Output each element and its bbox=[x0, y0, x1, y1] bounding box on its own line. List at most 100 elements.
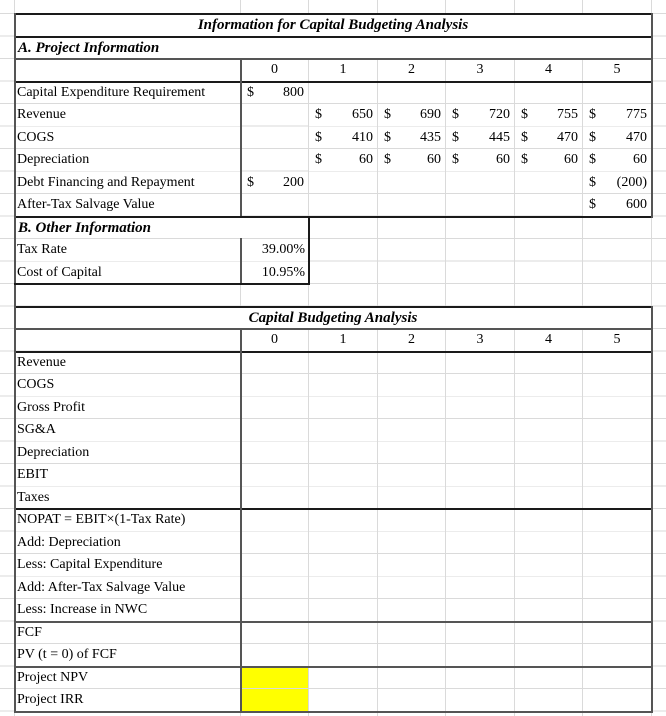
row-label[interactable]: After-Tax Salvage Value bbox=[15, 194, 240, 216]
empty-cell[interactable] bbox=[241, 621, 308, 643]
empty-cell[interactable] bbox=[446, 419, 514, 441]
empty-cell[interactable] bbox=[378, 486, 445, 508]
value-cell[interactable]: $435 bbox=[378, 126, 445, 148]
empty-cell[interactable] bbox=[309, 689, 377, 711]
highlighted-input-cell[interactable] bbox=[241, 689, 308, 711]
sheet-title[interactable]: Information for Capital Budgeting Analys… bbox=[15, 14, 651, 36]
analysis-row-label[interactable]: PV (t = 0) of FCF bbox=[15, 644, 240, 666]
empty-cell[interactable] bbox=[309, 621, 377, 643]
empty-cell[interactable] bbox=[446, 666, 514, 688]
analysis-period-header-5[interactable]: 5 bbox=[583, 329, 651, 351]
analysis-title[interactable]: Capital Budgeting Analysis bbox=[15, 306, 651, 328]
analysis-row-label[interactable]: Add: Depreciation bbox=[15, 531, 240, 553]
row-label[interactable]: Tax Rate bbox=[15, 239, 240, 261]
empty-cell[interactable] bbox=[309, 666, 377, 688]
analysis-row-label[interactable]: EBIT bbox=[15, 464, 240, 486]
value-cell[interactable]: $ (200) bbox=[583, 171, 651, 193]
empty-cell[interactable] bbox=[515, 464, 582, 486]
analysis-row-label[interactable]: COGS bbox=[15, 374, 240, 396]
empty-cell[interactable] bbox=[515, 374, 582, 396]
empty-cell[interactable] bbox=[583, 464, 651, 486]
empty-cell[interactable] bbox=[309, 351, 377, 373]
period-header-5[interactable]: 5 bbox=[583, 59, 651, 81]
empty-cell[interactable] bbox=[446, 396, 514, 418]
empty-cell[interactable] bbox=[515, 621, 582, 643]
row-label[interactable]: Depreciation bbox=[15, 149, 240, 171]
empty-cell[interactable] bbox=[446, 509, 514, 531]
empty-cell[interactable] bbox=[309, 509, 377, 531]
empty-cell[interactable] bbox=[378, 576, 445, 598]
empty-cell[interactable] bbox=[241, 396, 308, 418]
value-cell[interactable]: $720 bbox=[446, 104, 514, 126]
empty-cell[interactable] bbox=[378, 374, 445, 396]
row-label[interactable]: Capital Expenditure Requirement bbox=[15, 81, 240, 103]
value-cell[interactable]: $60 bbox=[446, 149, 514, 171]
empty-cell[interactable] bbox=[241, 509, 308, 531]
empty-cell[interactable] bbox=[515, 351, 582, 373]
empty-cell[interactable] bbox=[378, 351, 445, 373]
empty-cell[interactable] bbox=[309, 374, 377, 396]
empty-cell[interactable] bbox=[583, 621, 651, 643]
value-cell[interactable]: $200 bbox=[241, 171, 308, 193]
empty-cell[interactable] bbox=[583, 374, 651, 396]
empty-cell[interactable] bbox=[583, 441, 651, 463]
empty-cell[interactable] bbox=[446, 464, 514, 486]
empty-cell[interactable] bbox=[446, 486, 514, 508]
empty-cell[interactable] bbox=[583, 486, 651, 508]
empty-cell[interactable] bbox=[583, 666, 651, 688]
empty-cell[interactable] bbox=[446, 644, 514, 666]
row-label[interactable]: Revenue bbox=[15, 104, 240, 126]
empty-cell[interactable] bbox=[309, 464, 377, 486]
empty-cell[interactable] bbox=[446, 531, 514, 553]
value-cell[interactable]: $755 bbox=[515, 104, 582, 126]
empty-cell[interactable] bbox=[583, 644, 651, 666]
period-header-3[interactable]: 3 bbox=[446, 59, 514, 81]
analysis-row-label[interactable]: Gross Profit bbox=[15, 396, 240, 418]
empty-cell[interactable] bbox=[583, 509, 651, 531]
empty-cell[interactable] bbox=[378, 689, 445, 711]
empty-cell[interactable] bbox=[446, 576, 514, 598]
analysis-row-label[interactable]: Project NPV bbox=[15, 666, 240, 688]
empty-cell[interactable] bbox=[583, 531, 651, 553]
empty-cell[interactable] bbox=[378, 644, 445, 666]
rate-value[interactable]: 10.95% bbox=[241, 261, 308, 283]
analysis-row-label[interactable]: FCF bbox=[15, 621, 240, 643]
value-cell[interactable]: $690 bbox=[378, 104, 445, 126]
empty-cell[interactable] bbox=[241, 419, 308, 441]
analysis-row-label[interactable]: SG&A bbox=[15, 419, 240, 441]
value-cell[interactable]: $445 bbox=[446, 126, 514, 148]
empty-cell[interactable] bbox=[583, 351, 651, 373]
empty-cell[interactable] bbox=[583, 419, 651, 441]
value-cell[interactable]: $60 bbox=[515, 149, 582, 171]
value-cell[interactable]: $60 bbox=[309, 149, 377, 171]
empty-cell[interactable] bbox=[515, 441, 582, 463]
analysis-period-header-2[interactable]: 2 bbox=[378, 329, 445, 351]
empty-cell[interactable] bbox=[309, 486, 377, 508]
header-blank-cell[interactable] bbox=[15, 59, 240, 81]
row-label[interactable]: Cost of Capital bbox=[15, 261, 240, 283]
highlighted-input-cell[interactable] bbox=[241, 666, 308, 688]
value-cell[interactable]: $650 bbox=[309, 104, 377, 126]
empty-cell[interactable] bbox=[446, 599, 514, 621]
empty-cell[interactable] bbox=[446, 374, 514, 396]
value-cell[interactable]: $775 bbox=[583, 104, 651, 126]
empty-cell[interactable] bbox=[309, 419, 377, 441]
empty-cell[interactable] bbox=[378, 599, 445, 621]
empty-cell[interactable] bbox=[515, 419, 582, 441]
empty-cell[interactable] bbox=[309, 576, 377, 598]
empty-cell[interactable] bbox=[309, 644, 377, 666]
value-cell[interactable]: $60 bbox=[583, 149, 651, 171]
empty-cell[interactable] bbox=[515, 396, 582, 418]
empty-cell[interactable] bbox=[241, 486, 308, 508]
empty-cell[interactable] bbox=[378, 464, 445, 486]
empty-cell[interactable] bbox=[378, 666, 445, 688]
empty-cell[interactable] bbox=[583, 554, 651, 576]
row-label[interactable]: COGS bbox=[15, 126, 240, 148]
analysis-period-header-3[interactable]: 3 bbox=[446, 329, 514, 351]
empty-cell[interactable] bbox=[309, 531, 377, 553]
analysis-row-label[interactable]: Project IRR bbox=[15, 689, 240, 711]
empty-cell[interactable] bbox=[309, 396, 377, 418]
empty-cell[interactable] bbox=[515, 666, 582, 688]
empty-cell[interactable] bbox=[515, 599, 582, 621]
empty-cell[interactable] bbox=[241, 531, 308, 553]
